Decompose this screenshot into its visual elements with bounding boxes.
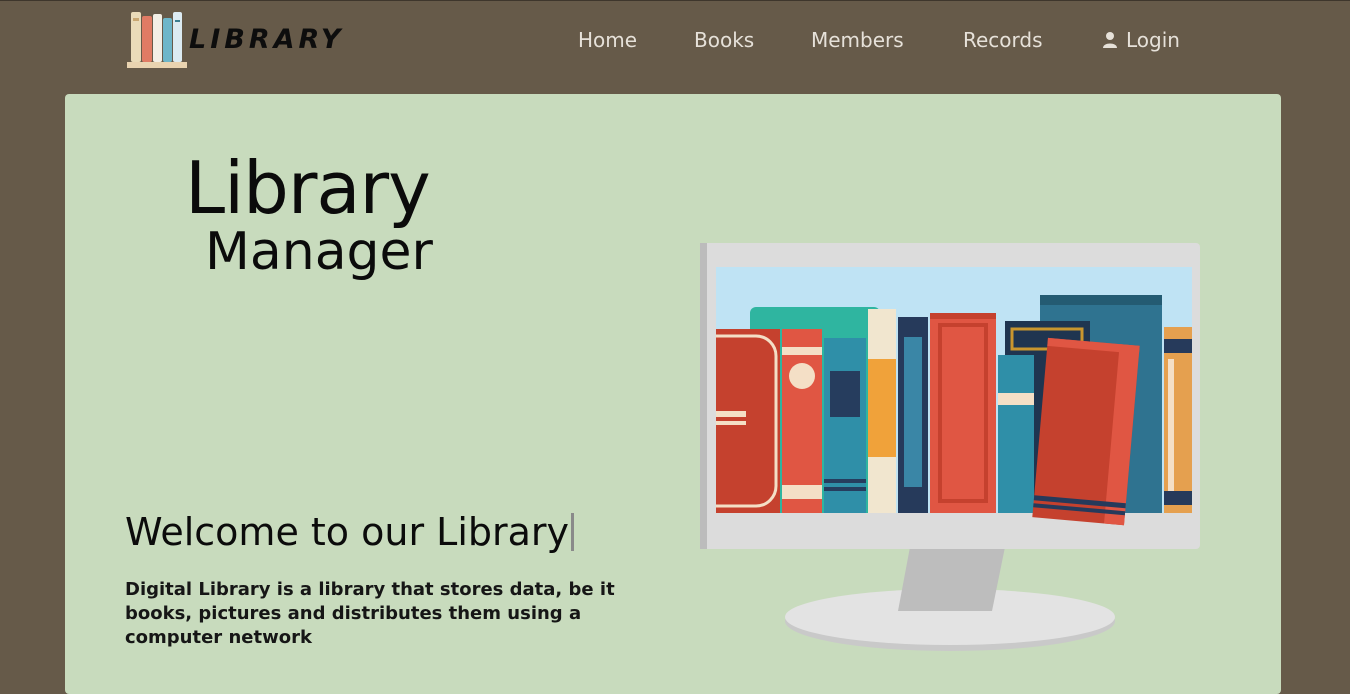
welcome-text: Welcome to our Library: [125, 510, 570, 554]
library-description: Digital Library is a library that stores…: [125, 579, 615, 648]
typing-cursor: [571, 513, 575, 551]
hero-card: Library Manager Welcome to our Library D…: [65, 94, 1281, 694]
hero-title-line2: Manager: [205, 222, 433, 282]
nav-members-link[interactable]: Members: [811, 28, 904, 52]
nav-home-link[interactable]: Home: [578, 28, 637, 52]
nav-login-link[interactable]: Login: [1102, 28, 1180, 52]
computer-books-illustration: [700, 243, 1200, 651]
nav-records-link[interactable]: Records: [963, 28, 1043, 52]
nav-books-link[interactable]: Books: [694, 28, 754, 52]
top-border: [0, 0, 1350, 1]
user-icon: [1103, 32, 1117, 48]
hero-title-line1: Library: [185, 146, 431, 230]
main-nav: Home Books Members Records Login: [0, 28, 1350, 58]
welcome-heading: Welcome to our Library: [125, 510, 575, 554]
login-label: Login: [1126, 28, 1180, 52]
